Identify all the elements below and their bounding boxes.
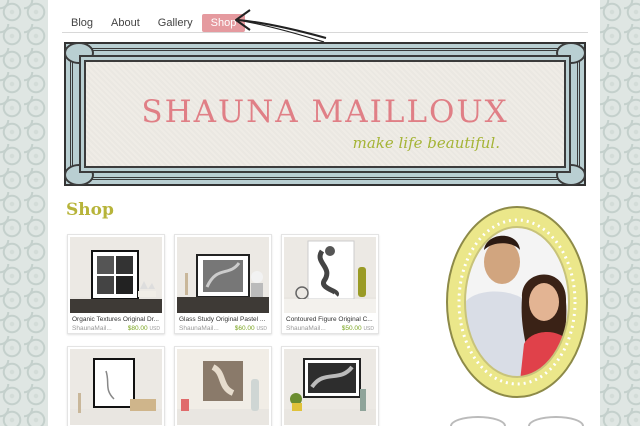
product-title[interactable]: Organic Textures Original Dr... [72, 316, 162, 323]
nav-about[interactable]: About [102, 14, 149, 32]
product-title[interactable]: Contoured Figure Original C... [286, 316, 376, 323]
product-image[interactable] [284, 349, 376, 425]
social-badge-icon[interactable] [528, 416, 584, 426]
product-price: $80.00 USD [127, 325, 160, 332]
product-price: $50.00 USD [341, 325, 374, 332]
product-shop[interactable]: ShaunaMail... [286, 325, 326, 332]
site-tagline: make life beautiful. [352, 134, 500, 152]
social-badge-icon[interactable] [450, 416, 506, 426]
top-nav: Blog About Gallery Shop [62, 12, 246, 34]
product-card[interactable]: Contoured Figure Original C... ShaunaMai… [281, 234, 379, 334]
page-title: Shop [66, 200, 114, 220]
product-image[interactable] [70, 349, 162, 425]
product-card[interactable] [281, 346, 379, 426]
product-card[interactable] [67, 346, 165, 426]
product-shop[interactable]: ShaunaMail... [72, 325, 112, 332]
profile-portrait[interactable] [444, 204, 590, 400]
page-container: Blog About Gallery Shop SHAUNA MAILLOUX … [48, 0, 600, 426]
product-image[interactable] [284, 237, 376, 313]
product-title[interactable]: Glass Study Original Pastel ... [179, 316, 269, 323]
product-image[interactable] [70, 237, 162, 313]
oval-frame-icon [446, 206, 588, 398]
product-image[interactable] [177, 237, 269, 313]
product-price: $60.00 USD [234, 325, 267, 332]
product-shop[interactable]: ShaunaMail... [179, 325, 219, 332]
banner-canvas: SHAUNA MAILLOUX make life beautiful. [84, 60, 566, 168]
site-title[interactable]: SHAUNA MAILLOUX [86, 94, 564, 130]
product-card[interactable]: Glass Study Original Pastel ... ShaunaMa… [174, 234, 272, 334]
nav-gallery[interactable]: Gallery [149, 14, 202, 32]
nav-blog[interactable]: Blog [62, 14, 102, 32]
header-banner: SHAUNA MAILLOUX make life beautiful. [64, 42, 586, 186]
product-card[interactable] [174, 346, 272, 426]
product-image[interactable] [177, 349, 269, 425]
product-card[interactable]: Organic Textures Original Dr... ShaunaMa… [67, 234, 165, 334]
